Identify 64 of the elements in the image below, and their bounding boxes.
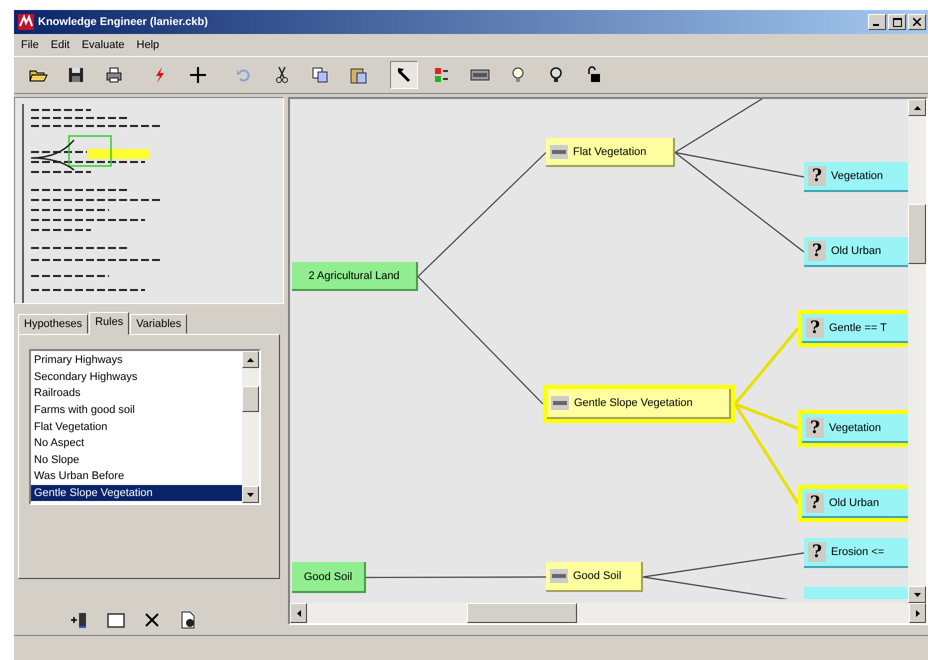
down-arrow-icon[interactable] <box>247 492 254 497</box>
maximize-icon <box>892 18 902 26</box>
question-icon: ? <box>806 418 824 438</box>
list-item[interactable]: No Aspect <box>31 435 242 452</box>
condition-node[interactable]: ? Old Urban <box>798 485 908 522</box>
list-item[interactable]: Flat Vegetation <box>31 418 242 436</box>
pointer-tool-button[interactable] <box>390 61 418 89</box>
node-label: Good Soil <box>304 570 352 582</box>
scrollbar[interactable] <box>242 351 259 504</box>
scroll-thumb[interactable] <box>908 204 926 264</box>
list-item[interactable]: Primary Highways <box>31 352 242 369</box>
scrollbar[interactable] <box>290 603 926 623</box>
maximize-button[interactable] <box>888 14 906 30</box>
copy-icon <box>310 65 330 85</box>
hypothesis-node[interactable]: 2 Agricultural Land <box>292 262 418 291</box>
window-title: Knowledge Engineer (lanier.ckb) <box>38 16 209 28</box>
printer-icon <box>104 65 124 85</box>
app-icon <box>18 14 34 30</box>
node-label: Good Soil <box>573 570 622 582</box>
condition-node[interactable]: ? Vegetation <box>798 410 908 447</box>
condition-node[interactable]: ? Gentle == T <box>798 310 908 347</box>
plus-icon <box>188 65 208 85</box>
question-icon: ? <box>806 318 824 338</box>
condition-node[interactable]: ? Vegetation <box>804 162 908 192</box>
scroll-thumb[interactable] <box>242 386 259 412</box>
list-item[interactable]: Was Urban Before <box>31 468 242 485</box>
menu-item[interactable]: Help <box>132 37 164 53</box>
list-item[interactable]: Farms with good soil <box>31 402 242 418</box>
tab[interactable]: Variables <box>130 314 188 334</box>
hypothesis-node[interactable]: Good Soil <box>292 562 366 593</box>
left-arrow-icon[interactable] <box>296 610 300 616</box>
minimize-button[interactable] <box>868 14 886 30</box>
menu-item[interactable]: Evaluate <box>76 37 130 53</box>
node-label: 2 Agricultural Land <box>308 270 400 282</box>
node-label: Vegetation <box>829 422 881 434</box>
node-label: Old Urban <box>831 245 882 257</box>
list-item[interactable]: Gentle Slope Vegetation <box>31 484 242 502</box>
menu-item[interactable]: Edit <box>46 37 75 53</box>
node-label: Gentle Slope Vegetation <box>574 397 693 409</box>
close-icon <box>913 18 921 26</box>
node-label: Vegetation <box>831 170 883 182</box>
up-arrow-icon[interactable] <box>247 358 254 362</box>
list-item[interactable]: Secondary Highways <box>31 368 242 386</box>
tab[interactable]: Hypotheses <box>18 314 88 334</box>
up-arrow-icon[interactable] <box>914 106 920 110</box>
scroll-thumb[interactable] <box>467 603 577 623</box>
question-icon: ? <box>808 241 826 261</box>
question-icon: ? <box>808 166 826 186</box>
right-arrow-icon[interactable] <box>916 610 920 616</box>
condition-node[interactable]: ? Old Urban <box>804 237 908 267</box>
question-icon: ? <box>806 492 824 512</box>
node-label: Old Urban <box>829 496 880 508</box>
list-item[interactable]: No Slope <box>31 452 242 468</box>
question-icon: ? <box>808 542 826 562</box>
tab[interactable]: Rules <box>89 312 130 336</box>
node-label: Flat Vegetation <box>573 146 646 158</box>
close-button[interactable] <box>908 14 926 30</box>
down-arrow-icon[interactable] <box>914 592 920 596</box>
list-item[interactable]: Railroads <box>31 385 242 402</box>
scrollbar[interactable] <box>908 99 926 603</box>
condition-node[interactable]: ? Erosion <= <box>804 538 908 568</box>
menu-item[interactable]: File <box>16 37 44 53</box>
node-label: Erosion <= <box>831 546 884 558</box>
node-label: Gentle == T <box>829 322 887 334</box>
